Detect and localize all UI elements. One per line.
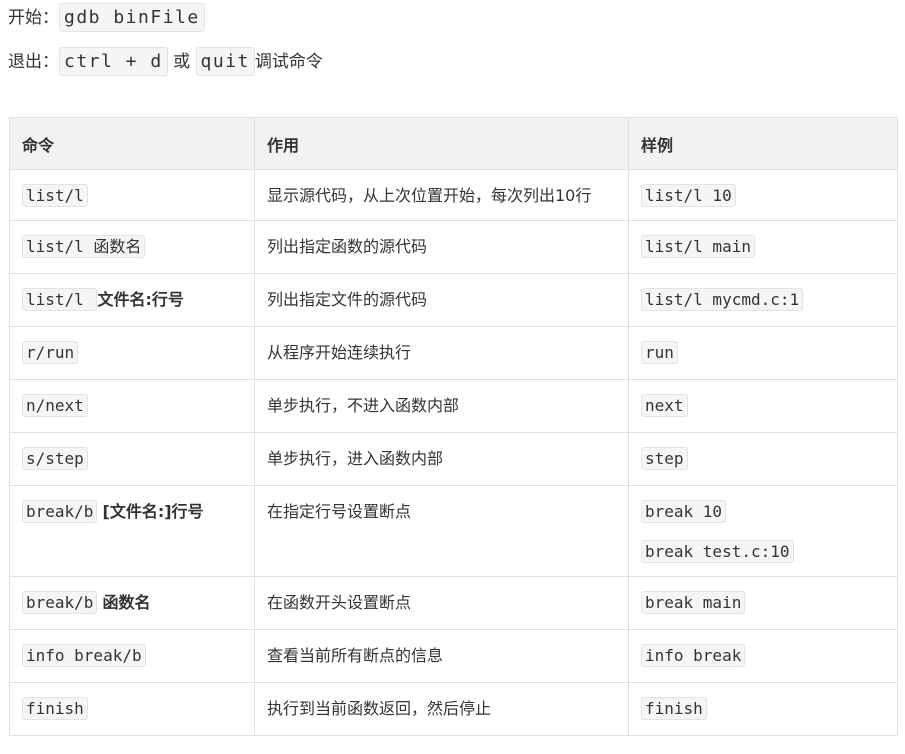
command-code: r/run	[22, 341, 79, 364]
table-row: info break/b 查看当前所有断点的信息 info break	[9, 629, 898, 683]
example-cell: break 10 break test.c:10	[628, 485, 898, 577]
command-argument: [文件名:]行号	[102, 502, 204, 521]
example-cell: list/l 10	[628, 169, 898, 221]
command-code: list/l	[22, 288, 98, 311]
table-header-row: 命令 作用 样例	[9, 117, 898, 170]
description-cell: 单步执行，不进入函数内部	[254, 379, 629, 433]
gdb-commands-table: 命令 作用 样例 list/l 显示源代码，从上次位置开始，每次列出10行 li…	[9, 117, 898, 736]
table-row: finish 执行到当前函数返回，然后停止 finish	[9, 682, 898, 736]
start-command: gdb binFile	[59, 3, 205, 32]
command-argument: 文件名:行号	[97, 290, 184, 309]
header-example: 样例	[628, 117, 898, 170]
intro-quit-line: 退出： ctrl + d 或 quit 调试命令	[8, 45, 323, 79]
example-cell: list/l main	[628, 220, 898, 274]
example-code: step	[641, 447, 688, 470]
example-cell: run	[628, 326, 898, 380]
quit-or-text: 或	[173, 52, 191, 72]
gdb-commands-table-wrapper: 命令 作用 样例 list/l 显示源代码，从上次位置开始，每次列出10行 li…	[9, 117, 898, 736]
header-purpose: 作用	[254, 117, 629, 170]
command-cell: list/l 函数名	[9, 220, 255, 274]
description-cell: 查看当前所有断点的信息	[254, 629, 629, 683]
description-cell: 列出指定文件的源代码	[254, 273, 629, 327]
example-cell: next	[628, 379, 898, 433]
quit-command-quit: quit	[195, 47, 255, 76]
description-cell: 在指定行号设置断点	[254, 485, 629, 577]
command-argument: 函数名	[102, 593, 151, 612]
description-cell: 列出指定函数的源代码	[254, 220, 629, 274]
example-code: run	[641, 341, 678, 364]
example-code: list/l mycmd.c:1	[641, 288, 804, 311]
example-cell: finish	[628, 682, 898, 736]
table-row: r/run 从程序开始连续执行 run	[9, 326, 898, 380]
example-cell: break main	[628, 576, 898, 630]
command-code: break/b	[22, 500, 98, 523]
table-row: list/l 显示源代码，从上次位置开始，每次列出10行 list/l 10	[9, 169, 898, 221]
table-row: list/l 函数名 列出指定函数的源代码 list/l main	[9, 220, 898, 274]
command-cell: finish	[9, 682, 255, 736]
table-row: n/next 单步执行，不进入函数内部 next	[9, 379, 898, 433]
command-cell: info break/b	[9, 629, 255, 683]
example-code: break 10	[641, 500, 727, 523]
example-code: info break	[641, 644, 746, 667]
example-code: break main	[641, 591, 746, 614]
quit-command-ctrl-d: ctrl + d	[59, 47, 168, 76]
example-cell: step	[628, 432, 898, 486]
command-code: list/l 函数名	[22, 235, 146, 258]
table-row: break/b [文件名:]行号 在指定行号设置断点 break 10 brea…	[9, 485, 898, 577]
description-cell: 从程序开始连续执行	[254, 326, 629, 380]
description-cell: 显示源代码，从上次位置开始，每次列出10行	[254, 169, 629, 221]
header-command: 命令	[9, 117, 255, 170]
quit-suffix-text: 调试命令	[254, 52, 323, 72]
command-code: s/step	[22, 447, 88, 470]
example-cell: list/l mycmd.c:1	[628, 273, 898, 327]
table-row: break/b 函数名 在函数开头设置断点 break main	[9, 576, 898, 630]
example-code: list/l 10	[641, 184, 736, 207]
example-code: next	[641, 394, 688, 417]
description-cell: 执行到当前函数返回，然后停止	[254, 682, 629, 736]
start-label: 开始：	[8, 8, 59, 28]
command-code: list/l	[22, 184, 88, 207]
description-cell: 在函数开头设置断点	[254, 576, 629, 630]
example-code: list/l main	[641, 235, 755, 258]
command-cell: list/l 文件名:行号	[9, 273, 255, 327]
example-code: break test.c:10	[641, 540, 794, 563]
command-cell: break/b 函数名	[9, 576, 255, 630]
command-code: finish	[22, 697, 88, 720]
example-cell: info break	[628, 629, 898, 683]
command-cell: list/l	[9, 169, 255, 221]
command-code: break/b	[22, 591, 98, 614]
command-cell: r/run	[9, 326, 255, 380]
description-cell: 单步执行，进入函数内部	[254, 432, 629, 486]
quit-label: 退出：	[8, 52, 59, 72]
command-cell: break/b [文件名:]行号	[9, 485, 255, 577]
command-cell: n/next	[9, 379, 255, 433]
command-code: n/next	[22, 394, 88, 417]
table-row: s/step 单步执行，进入函数内部 step	[9, 432, 898, 486]
table-row: list/l 文件名:行号 列出指定文件的源代码 list/l mycmd.c:…	[9, 273, 898, 327]
command-code: info break/b	[22, 644, 146, 667]
example-code: finish	[641, 697, 707, 720]
command-cell: s/step	[9, 432, 255, 486]
intro-start-line: 开始： gdb binFile	[8, 1, 205, 35]
